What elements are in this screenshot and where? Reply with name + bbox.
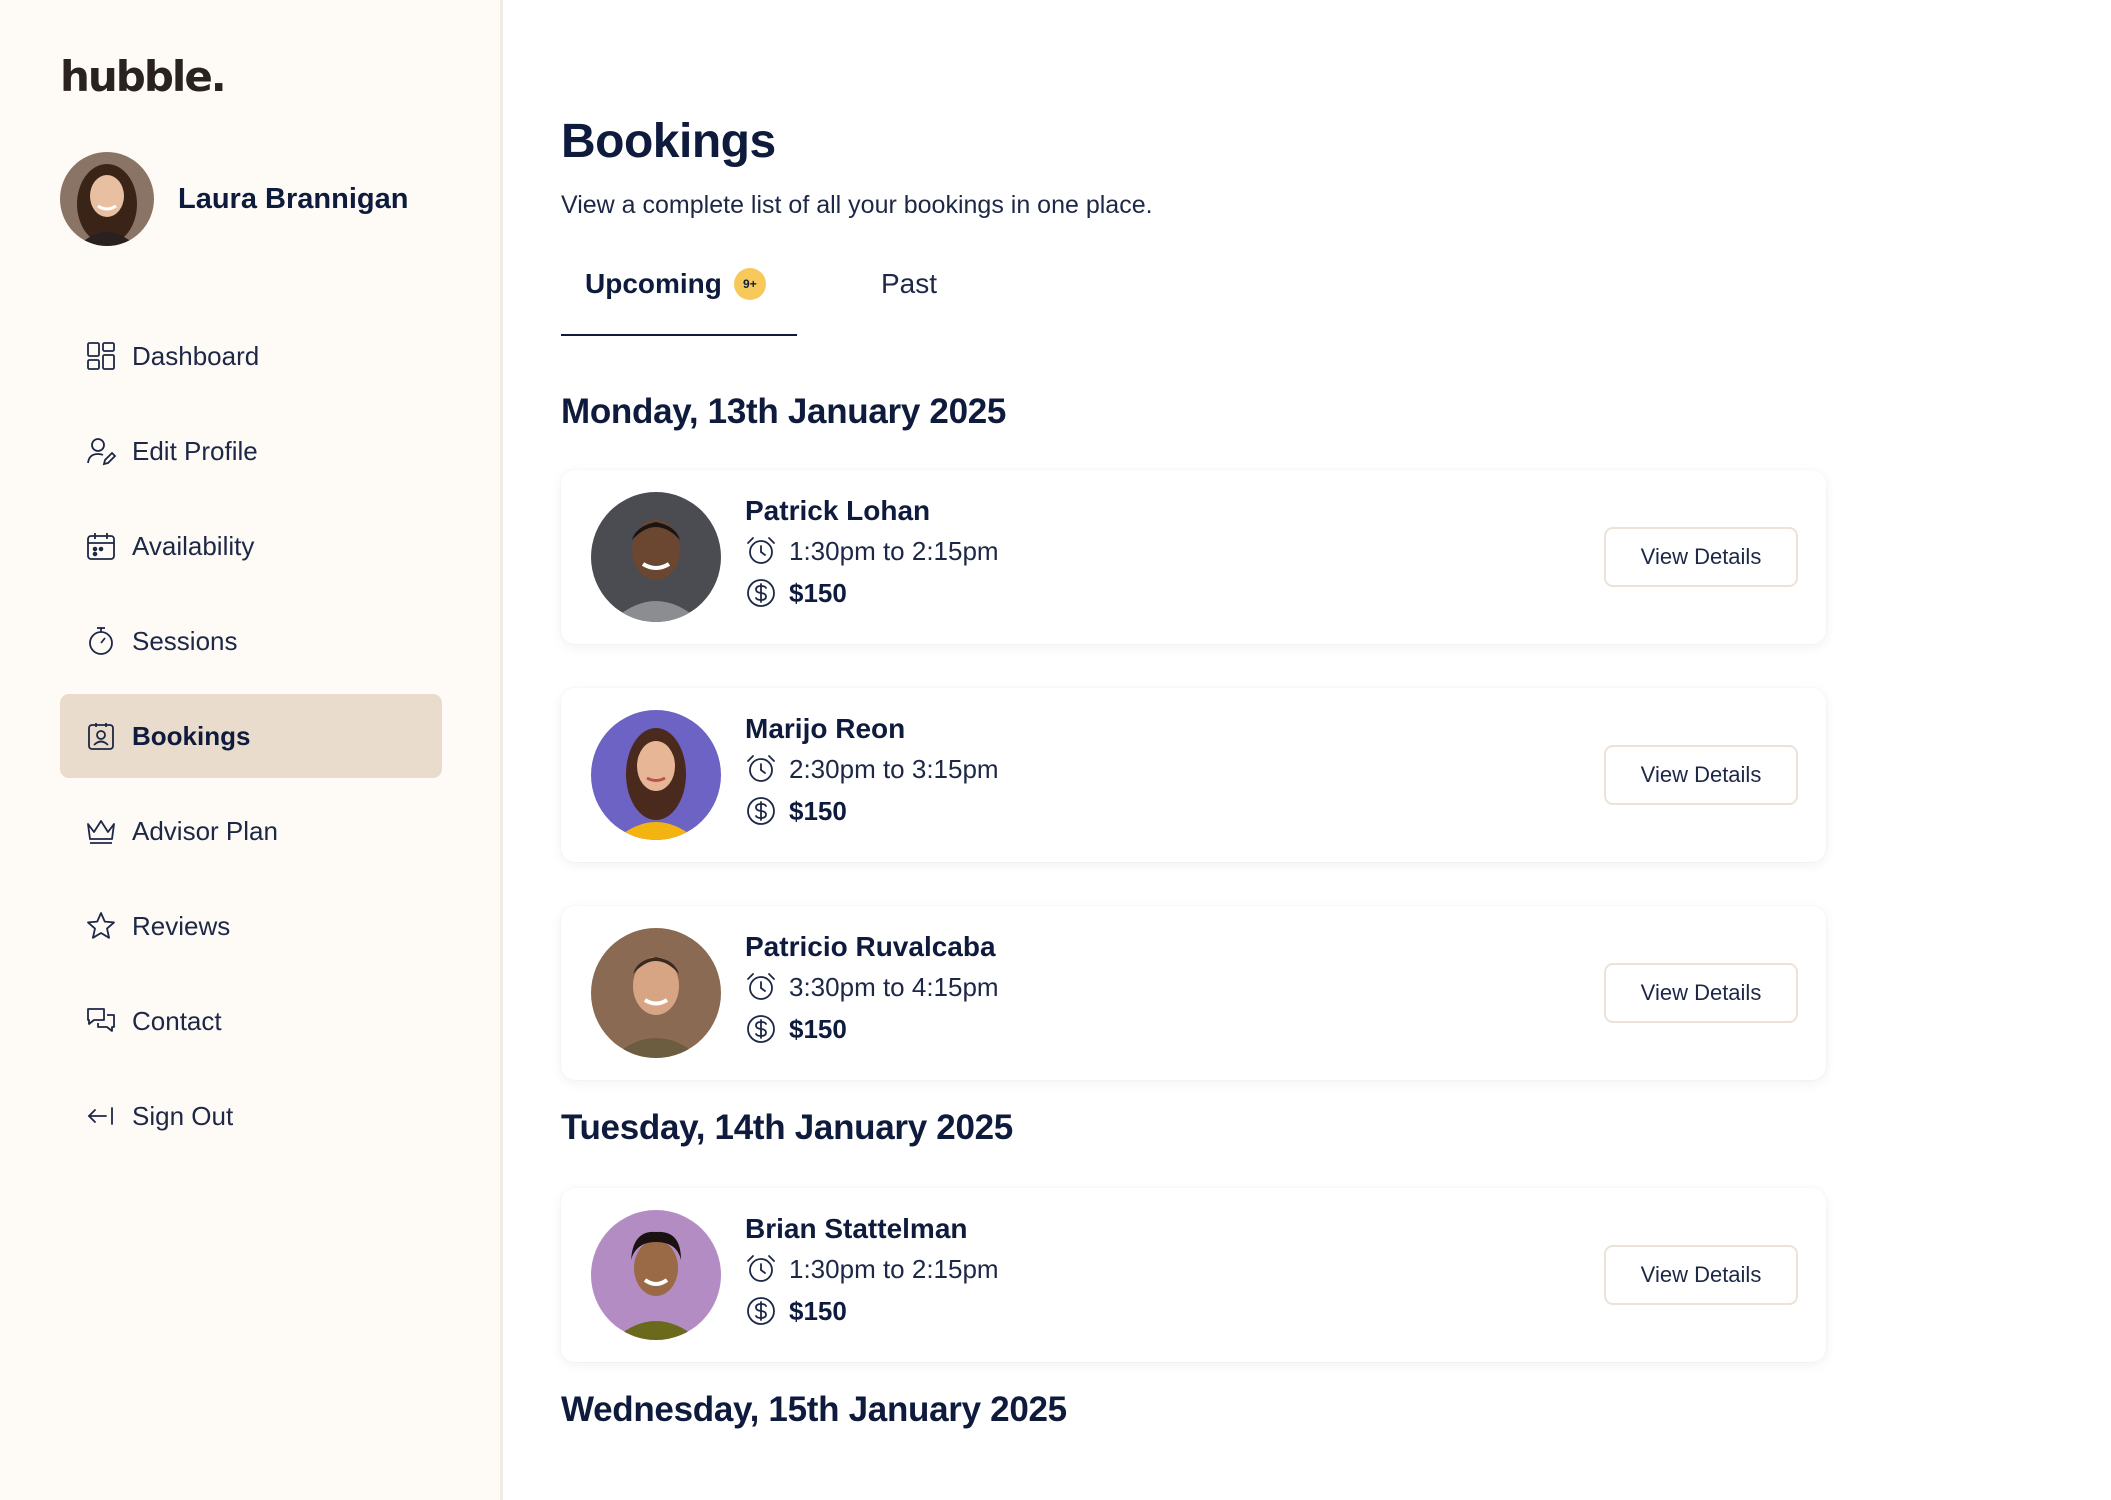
edit-profile-icon bbox=[84, 434, 118, 468]
booking-card: Patrick Lohan 1:30pm to 2:15pm $150 View… bbox=[561, 470, 1826, 644]
sidebar-item-sign-out[interactable]: Sign Out bbox=[60, 1074, 442, 1158]
booking-card: Patricio Ruvalcaba 3:30pm to 4:15pm $150… bbox=[561, 906, 1826, 1080]
sidebar-item-label: Sign Out bbox=[132, 1100, 234, 1131]
day-heading: Tuesday, 14th January 2025 bbox=[561, 1108, 1013, 1147]
user-name: Laura Brannigan bbox=[178, 182, 409, 215]
sidebar-item-bookings[interactable]: Bookings bbox=[60, 694, 442, 778]
booking-price: $150 bbox=[789, 577, 847, 608]
sidebar-item-label: Bookings bbox=[132, 720, 251, 751]
view-details-button[interactable]: View Details bbox=[1604, 745, 1798, 805]
dollar-icon bbox=[747, 797, 775, 825]
sidebar-item-availability[interactable]: Availability bbox=[60, 504, 442, 588]
avatar bbox=[591, 492, 721, 622]
chat-icon bbox=[84, 1004, 118, 1038]
tab-label: Past bbox=[881, 268, 938, 299]
alarm-clock-icon bbox=[747, 973, 775, 1000]
dashboard-icon bbox=[84, 339, 118, 373]
sidebar-item-label: Contact bbox=[132, 1005, 222, 1036]
client-name: Patricio Ruvalcaba bbox=[745, 931, 996, 962]
booking-time-row: 1:30pm to 2:15pm bbox=[745, 1248, 999, 1290]
booking-card: Marijo Reon 2:30pm to 3:15pm $150 View D… bbox=[561, 688, 1826, 862]
sidebar-item-reviews[interactable]: Reviews bbox=[60, 884, 442, 968]
booking-time: 1:30pm to 2:15pm bbox=[789, 535, 999, 566]
upcoming-count-badge: 9+ bbox=[733, 268, 766, 300]
alarm-clock-icon bbox=[747, 1255, 775, 1282]
dollar-icon bbox=[747, 1297, 775, 1325]
alarm-clock-icon bbox=[747, 755, 775, 782]
booking-time-row: 2:30pm to 3:15pm bbox=[745, 748, 999, 790]
booking-info: Brian Stattelman 1:30pm to 2:15pm $150 bbox=[745, 1210, 999, 1332]
booking-price: $150 bbox=[789, 1295, 847, 1326]
avatar[interactable] bbox=[60, 152, 154, 246]
booking-price: $150 bbox=[789, 795, 847, 826]
booking-price-row: $150 bbox=[745, 790, 999, 832]
view-details-button[interactable]: View Details bbox=[1604, 1245, 1798, 1305]
client-name: Marijo Reon bbox=[745, 713, 906, 744]
page-subtitle: View a complete list of all your booking… bbox=[561, 191, 1153, 219]
sidebar-item-edit-profile[interactable]: Edit Profile bbox=[60, 409, 442, 493]
crown-icon bbox=[84, 814, 118, 848]
avatar bbox=[591, 928, 721, 1058]
booking-time-row: 1:30pm to 2:15pm bbox=[745, 530, 999, 572]
sidebar-item-dashboard[interactable]: Dashboard bbox=[60, 314, 442, 398]
booking-info: Marijo Reon 2:30pm to 3:15pm $150 bbox=[745, 710, 999, 832]
day-heading: Wednesday, 15th January 2025 bbox=[561, 1390, 1067, 1429]
sidebar-item-contact[interactable]: Contact bbox=[60, 979, 442, 1063]
main-content: Bookings View a complete list of all you… bbox=[503, 0, 2111, 1500]
sidebar-item-label: Edit Profile bbox=[132, 435, 258, 466]
bookings-tabs: Upcoming 9+ Past bbox=[561, 268, 1826, 336]
client-name: Brian Stattelman bbox=[745, 1213, 968, 1244]
booking-card: Brian Stattelman 1:30pm to 2:15pm $150 V… bbox=[561, 1188, 1826, 1362]
booking-time: 1:30pm to 2:15pm bbox=[789, 1253, 999, 1284]
booking-price-row: $150 bbox=[745, 1290, 999, 1332]
avatar bbox=[591, 1210, 721, 1340]
view-details-button[interactable]: View Details bbox=[1604, 963, 1798, 1023]
bookings-icon bbox=[84, 719, 118, 753]
dollar-icon bbox=[747, 579, 775, 607]
booking-price-row: $150 bbox=[745, 1008, 999, 1050]
view-details-button[interactable]: View Details bbox=[1604, 527, 1798, 587]
calendar-icon bbox=[84, 529, 118, 563]
tab-label: Upcoming bbox=[585, 268, 722, 299]
booking-info: Patrick Lohan 1:30pm to 2:15pm $150 bbox=[745, 492, 999, 614]
sidebar-item-label: Dashboard bbox=[132, 340, 260, 371]
sidebar-item-label: Sessions bbox=[132, 625, 238, 656]
alarm-clock-icon bbox=[747, 537, 775, 564]
tab-upcoming[interactable]: Upcoming 9+ bbox=[561, 268, 797, 336]
user-profile[interactable]: Laura Brannigan bbox=[60, 152, 408, 246]
avatar bbox=[591, 710, 721, 840]
sidebar-item-advisor-plan[interactable]: Advisor Plan bbox=[60, 789, 442, 873]
tab-past[interactable]: Past bbox=[881, 268, 937, 336]
star-icon bbox=[84, 909, 118, 943]
day-heading: Monday, 13th January 2025 bbox=[561, 392, 1007, 431]
booking-price-row: $150 bbox=[745, 572, 999, 614]
sign-out-icon bbox=[84, 1099, 118, 1133]
sidebar-item-label: Availability bbox=[132, 530, 255, 561]
page-title: Bookings bbox=[561, 115, 776, 168]
sidebar-item-sessions[interactable]: Sessions bbox=[60, 599, 442, 683]
hubble-logo[interactable]: hubble. bbox=[60, 52, 227, 101]
sidebar-item-label: Advisor Plan bbox=[132, 815, 278, 846]
booking-time-row: 3:30pm to 4:15pm bbox=[745, 966, 999, 1008]
booking-price: $150 bbox=[789, 1013, 847, 1044]
sidebar-nav: Dashboard Edit Profile Availability Sess… bbox=[60, 314, 442, 1169]
booking-time: 2:30pm to 3:15pm bbox=[789, 753, 999, 784]
booking-info: Patricio Ruvalcaba 3:30pm to 4:15pm $150 bbox=[745, 928, 999, 1050]
booking-time: 3:30pm to 4:15pm bbox=[789, 971, 999, 1002]
sidebar-item-label: Reviews bbox=[132, 910, 231, 941]
sidebar: hubble. Laura Brannigan Dashboard Edit P… bbox=[0, 0, 503, 1500]
client-name: Patrick Lohan bbox=[745, 495, 931, 526]
dollar-icon bbox=[747, 1015, 775, 1043]
stopwatch-icon bbox=[84, 624, 118, 658]
